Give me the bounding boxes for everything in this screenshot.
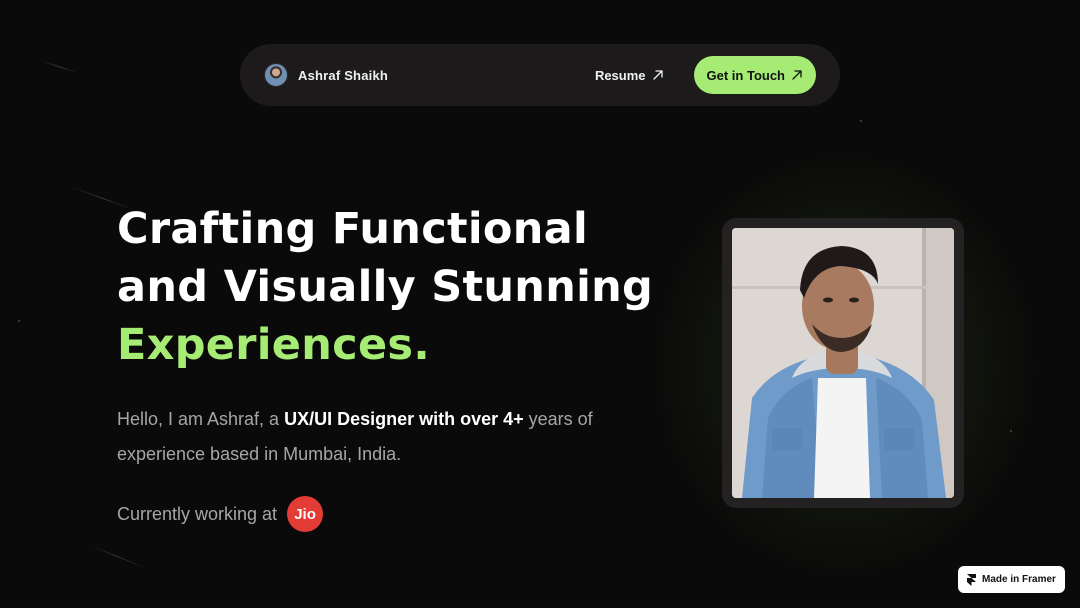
- hero-headline: Crafting Functional and Visually Stunnin…: [117, 200, 677, 374]
- headline-accent-line: Experiences.: [117, 320, 430, 370]
- headline-line: and Visually Stunning: [117, 262, 654, 312]
- avatar: [264, 63, 288, 87]
- intro-paragraph: Hello, I am Ashraf, a UX/UI Designer wit…: [117, 402, 647, 472]
- brand[interactable]: Ashraf Shaikh: [264, 63, 388, 87]
- made-in-framer-badge[interactable]: Made in Framer: [958, 566, 1065, 593]
- jio-logo-text: Jio: [294, 505, 316, 523]
- background-streak: [39, 60, 79, 74]
- get-in-touch-label: Get in Touch: [706, 67, 785, 83]
- background-dot: [860, 120, 862, 122]
- jio-logo: Jio: [287, 496, 324, 532]
- current-employer: Currently working at Jio: [117, 496, 677, 532]
- headline-line: Crafting Functional: [117, 204, 588, 254]
- resume-link[interactable]: Resume: [595, 68, 664, 83]
- background-dot: [18, 320, 20, 322]
- intro-prefix: Hello, I am Ashraf, a: [117, 409, 285, 429]
- get-in-touch-button[interactable]: Get in Touch: [693, 56, 816, 94]
- intro-highlight: UX/UI Designer with over 4+: [284, 409, 524, 429]
- arrow-up-right-icon: [792, 70, 802, 80]
- nav-actions: Resume Get in Touch: [595, 56, 816, 94]
- portrait-illustration: [732, 228, 954, 498]
- hero-section: Crafting Functional and Visually Stunnin…: [117, 200, 677, 532]
- background-streak: [89, 545, 146, 569]
- resume-label: Resume: [594, 67, 646, 83]
- framer-badge-label: Made in Framer: [982, 574, 1056, 585]
- portrait-frame: [722, 218, 964, 508]
- top-navbar: Ashraf Shaikh Resume Get in Touch: [240, 44, 840, 106]
- working-label: Currently working at: [117, 503, 278, 524]
- brand-name: Ashraf Shaikh: [298, 67, 389, 83]
- portrait-photo: [732, 228, 954, 498]
- arrow-up-right-icon: [652, 70, 663, 80]
- framer-logo-icon: [967, 573, 976, 586]
